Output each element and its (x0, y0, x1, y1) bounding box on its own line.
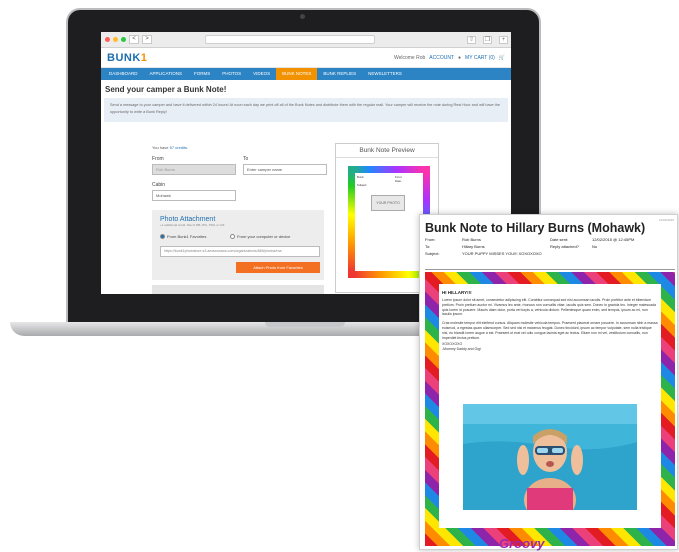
photo-attachment-title: Photo Attachment (160, 216, 216, 223)
site-header: BUNK1 Welcome Rob ACCOUNT ● MY CART (0) … (101, 48, 511, 68)
nav-applications[interactable]: APPLICATIONS (144, 68, 188, 80)
close-window-button[interactable] (105, 37, 110, 42)
camper-photo (463, 404, 637, 510)
preview-subject: Subject: (357, 183, 368, 187)
colorful-border-frame: HI HILLARY!!! Lorem ipsum dolor sit amet… (425, 272, 675, 551)
to-select[interactable]: Enter camper name (243, 164, 327, 175)
note-date-label: Date sent: (550, 237, 569, 242)
groovy-decoration: Groovy (499, 536, 545, 551)
note-subject-value: YOUR PUPPY MISSES YOU!!! XOXOXOXO (462, 251, 542, 256)
nav-dashboard[interactable]: DASHBOARD (103, 68, 144, 80)
attach-photo-button[interactable]: Attach Photo from Favorites (236, 262, 320, 273)
preview-bunk: Bunk: (357, 175, 365, 179)
note-to-value: Hillary Burns (462, 244, 485, 249)
from-label: From (152, 156, 164, 162)
radio-computer-dot[interactable] (230, 234, 235, 239)
note-date-value: 12/02/2015 @ 12:45PM (592, 237, 635, 242)
welcome-text: Welcome Rob (393, 54, 426, 61)
photo-url-field[interactable]: https://bunk1photostore.s3.amazonaws.com… (160, 246, 320, 257)
laptop-notch (265, 322, 345, 327)
cart-link[interactable]: MY CART (0) (465, 55, 495, 61)
credits-link[interactable]: 57 credits (170, 145, 187, 150)
nav-newsletters[interactable]: NEWSLETTERS (362, 68, 408, 80)
preview-title: Bunk Note Preview (336, 144, 438, 158)
note-subject-label: Subject: (425, 251, 440, 256)
from-field: Rob Burns (152, 164, 236, 175)
share-icon[interactable]: ⇧ (467, 35, 476, 44)
nav-photos[interactable]: PHOTOS (216, 68, 247, 80)
cart-icon[interactable]: 🛒 (499, 55, 505, 61)
forward-button[interactable]: > (142, 35, 152, 44)
next-section (152, 285, 324, 294)
note-paragraph-2: Cras molestie tempor elit eleifend cursu… (442, 321, 658, 340)
note-title: Bunk Note to Hillary Burns (Mohawk) (425, 221, 646, 235)
photo-attachment-subtitle: +1 additional credit. Max 6 MB JPG, PNG … (160, 223, 225, 227)
note-paragraph-1: Lorem ipsum dolor sit amet, consectetur … (442, 298, 656, 317)
preview-date: Date: (395, 179, 402, 183)
preview-card: Bunk: Subject: From: Date: YOUR PHOTO (348, 166, 430, 278)
note-from-value: Rob Burns (462, 237, 481, 242)
note-to-label: To: (425, 244, 431, 249)
user-menu: Welcome Rob ACCOUNT ● MY CART (0) 🛒 (394, 55, 505, 61)
cabin-select[interactable]: Mohawk (152, 190, 236, 201)
note-greeting: HI HILLARY!!! (442, 290, 472, 295)
nav-bunk-notes[interactable]: BUNK NOTES (276, 68, 318, 80)
credits-text: You have 57 credits. (152, 145, 189, 150)
cabin-label: Cabin (152, 182, 166, 188)
camera-icon (300, 14, 305, 19)
bunk1-logo[interactable]: BUNK1 (107, 52, 147, 64)
printed-bunk-note: 12/02/2015 Bunk Note to Hillary Burns (M… (419, 214, 678, 551)
info-box: Send a message to your camper and have i… (104, 98, 508, 122)
note-text: Lorem ipsum dolor sit amet, consectetur … (442, 298, 658, 352)
nav-forms[interactable]: FORMS (188, 68, 216, 80)
note-reply-label: Reply attached? (550, 244, 579, 249)
account-link[interactable]: ACCOUNT (429, 55, 454, 61)
note-from-label: From: (425, 237, 436, 242)
note-reply-value: No (592, 244, 598, 249)
to-label: To (243, 156, 249, 162)
note-corner-date: 12/02/2015 (658, 218, 674, 222)
note-divider (425, 269, 675, 270)
photo-attachment-panel: Photo Attachment +1 additional credit. M… (152, 210, 324, 280)
radio-favorites[interactable]: From Bunk1 Favorites (160, 234, 206, 239)
radio-favorites-dot[interactable] (160, 234, 165, 239)
gear-icon[interactable]: ● (458, 55, 461, 61)
preview-photo-placeholder: YOUR PHOTO (371, 195, 405, 211)
address-bar[interactable] (205, 35, 375, 44)
pool-photo-illustration (463, 404, 637, 510)
main-nav: DASHBOARD APPLICATIONS FORMS PHOTOS VIDE… (101, 68, 511, 80)
nav-videos[interactable]: VIDEOS (247, 68, 276, 80)
page-title: Send your camper a Bunk Note! (105, 85, 227, 94)
browser-toolbar: < > ⇧ ❐ + (101, 32, 511, 48)
nav-bunk-replies[interactable]: BUNK REPLIES (317, 68, 362, 80)
tabs-icon[interactable]: ❐ (483, 35, 492, 44)
new-tab-icon[interactable]: + (499, 35, 508, 44)
radio-computer[interactable]: From your computer or device (230, 234, 290, 239)
minimize-window-button[interactable] (113, 37, 118, 42)
note-body: HI HILLARY!!! Lorem ipsum dolor sit amet… (439, 284, 661, 528)
back-button[interactable]: < (129, 35, 139, 44)
note-signoff-2: -Mommy Daddy and Gigi (442, 347, 481, 352)
zoom-window-button[interactable] (121, 37, 126, 42)
